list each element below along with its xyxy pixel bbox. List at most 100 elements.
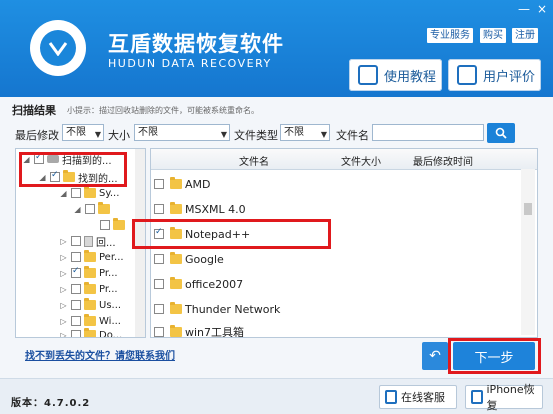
- filter-bar: 最后修改 不限 ▼ 大小 不限 ▼ 文件类型 不限 ▼ 文件名: [0, 123, 553, 144]
- search-icon: [495, 127, 507, 139]
- header: 互盾数据恢复软件 HUDUN DATA RECOVERY 专业服务 购买 注册 …: [0, 0, 553, 97]
- tree-checkbox[interactable]: [71, 236, 81, 246]
- back-button[interactable]: ↶: [422, 342, 448, 370]
- search-button[interactable]: [487, 123, 515, 143]
- tree-item[interactable]: ◢ Sy...: [59, 185, 119, 201]
- tree-checkbox[interactable]: [71, 330, 81, 337]
- chevron-down-icon: ▼: [320, 130, 327, 139]
- buy-link[interactable]: 购买: [480, 28, 506, 43]
- app-window: 互盾数据恢复软件 HUDUN DATA RECOVERY 专业服务 购买 注册 …: [0, 0, 553, 414]
- expand-icon[interactable]: ▷: [59, 317, 68, 326]
- recycle-bin-icon: [84, 235, 93, 247]
- tree-item[interactable]: ◢ 找到的...: [38, 169, 118, 185]
- register-link[interactable]: 注册: [512, 28, 538, 43]
- size-label: 大小: [108, 129, 130, 142]
- file-row[interactable]: Google: [151, 248, 224, 270]
- modified-label: 最后修改: [15, 129, 59, 142]
- app-title: 互盾数据恢复软件: [108, 32, 284, 56]
- folder-icon: [170, 227, 182, 239]
- file-checkbox[interactable]: [154, 279, 164, 289]
- folder-icon: [170, 277, 182, 289]
- folder-icon: [98, 202, 110, 214]
- scan-results-title: 扫描结果: [12, 104, 56, 117]
- tree-checkbox[interactable]: [100, 220, 110, 230]
- folder-icon: [84, 298, 96, 310]
- folder-icon: [84, 250, 96, 262]
- back-arrow-icon: ↶: [429, 348, 441, 364]
- file-type-select[interactable]: 不限 ▼: [280, 124, 330, 141]
- folder-icon: [63, 170, 75, 182]
- close-button[interactable]: ×: [534, 2, 550, 16]
- tree-item[interactable]: [88, 217, 128, 233]
- folder-icon: [113, 218, 125, 230]
- tree-checkbox[interactable]: [85, 204, 95, 214]
- file-row[interactable]: win7工具箱: [151, 321, 244, 337]
- tree-checkbox[interactable]: [71, 316, 81, 326]
- file-list: 文件名 文件大小 最后修改时间 AMD MSXML 4.0 Notepad++ …: [150, 148, 538, 338]
- tree-item[interactable]: ◢: [73, 201, 113, 217]
- next-step-button[interactable]: 下一步: [453, 342, 535, 370]
- expand-icon[interactable]: ◢: [59, 189, 68, 198]
- tree-checkbox[interactable]: [71, 252, 81, 262]
- tree-checkbox[interactable]: [34, 152, 44, 164]
- tree-scrollbar[interactable]: [135, 149, 145, 337]
- app-subtitle: HUDUN DATA RECOVERY: [108, 57, 272, 70]
- file-checkbox[interactable]: [154, 327, 164, 337]
- expand-icon[interactable]: ▷: [59, 253, 68, 262]
- tree-item[interactable]: ▷ Us...: [59, 297, 121, 313]
- tree-checkbox[interactable]: [71, 266, 81, 278]
- reviews-button[interactable]: 用户评价: [448, 59, 541, 91]
- expand-icon[interactable]: ◢: [73, 205, 82, 214]
- file-checkbox[interactable]: [154, 204, 164, 214]
- file-row[interactable]: Notepad++: [151, 223, 250, 245]
- size-select[interactable]: 不限 ▼: [134, 124, 230, 141]
- file-row[interactable]: MSXML 4.0: [151, 198, 246, 220]
- expand-icon[interactable]: ▷: [59, 285, 68, 294]
- folder-icon: [170, 252, 182, 264]
- tree-checkbox[interactable]: [71, 300, 81, 310]
- phone-icon: [471, 390, 483, 404]
- column-modified[interactable]: 最后修改时间: [413, 153, 473, 168]
- tree-item[interactable]: ▷ Pr...: [59, 265, 118, 281]
- expand-icon[interactable]: ◢: [38, 173, 47, 182]
- file-checkbox[interactable]: [154, 227, 164, 239]
- tree-checkbox[interactable]: [71, 188, 81, 198]
- contact-us-link[interactable]: 找不到丢失的文件？请您联系我们: [25, 347, 175, 362]
- folder-icon: [84, 328, 96, 337]
- expand-icon[interactable]: ▷: [59, 331, 68, 338]
- tree-item[interactable]: ▷ Per...: [59, 249, 124, 265]
- expand-icon[interactable]: ▷: [59, 269, 68, 278]
- file-name-input[interactable]: [372, 124, 484, 141]
- folder-icon: [84, 186, 96, 198]
- minimize-button[interactable]: —: [516, 2, 532, 16]
- tree-item[interactable]: ▷ 回...: [59, 233, 116, 249]
- scrollbar-thumb[interactable]: [524, 203, 532, 215]
- file-list-header: 文件名 文件大小 最后修改时间: [151, 149, 537, 170]
- expand-icon[interactable]: ◢: [22, 155, 31, 164]
- file-checkbox[interactable]: [154, 254, 164, 264]
- file-row[interactable]: AMD: [151, 173, 211, 195]
- file-checkbox[interactable]: [154, 304, 164, 314]
- tree-item[interactable]: ◢ 扫描到的...: [22, 151, 111, 167]
- pro-service-link[interactable]: 专业服务: [427, 28, 473, 43]
- tree-checkbox[interactable]: [71, 284, 81, 294]
- file-list-scrollbar[interactable]: [521, 169, 535, 335]
- tree-item[interactable]: ▷ Do...: [59, 327, 122, 338]
- book-icon: [358, 65, 378, 85]
- file-row[interactable]: office2007: [151, 273, 243, 295]
- file-row[interactable]: Thunder Network: [151, 298, 280, 320]
- tutorial-button[interactable]: 使用教程: [349, 59, 442, 91]
- file-checkbox[interactable]: [154, 179, 164, 189]
- online-support-button[interactable]: 在线客服: [379, 385, 457, 409]
- modified-select[interactable]: 不限 ▼: [62, 124, 104, 141]
- column-name[interactable]: 文件名: [239, 153, 269, 168]
- comment-icon: [457, 65, 477, 85]
- column-size[interactable]: 文件大小: [341, 153, 381, 168]
- version-text: 版本：4.7.0.2: [11, 398, 91, 409]
- tutorial-button-label: 使用教程: [384, 69, 437, 85]
- tree-item[interactable]: ▷ Pr...: [59, 281, 118, 297]
- iphone-recovery-button[interactable]: iPhone恢复: [465, 383, 543, 412]
- expand-icon[interactable]: ▷: [59, 301, 68, 310]
- tree-checkbox[interactable]: [50, 170, 60, 182]
- expand-icon[interactable]: ▷: [59, 237, 68, 246]
